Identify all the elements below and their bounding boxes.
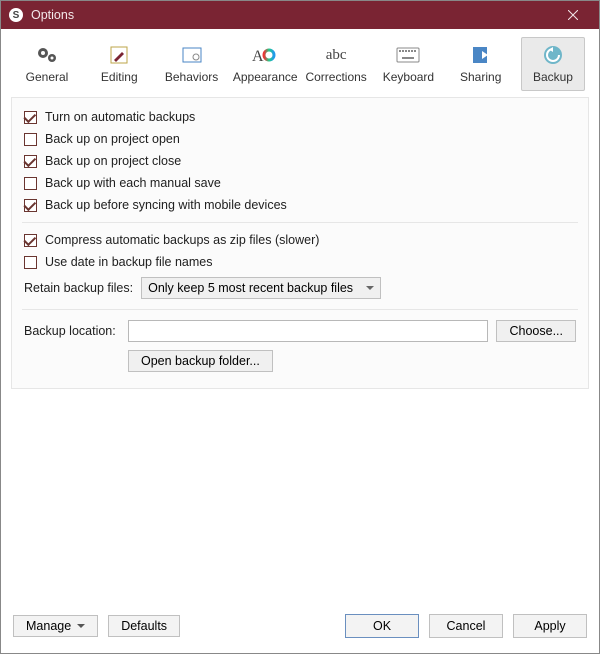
edit-icon [88, 42, 150, 68]
opt-backup-on-close[interactable]: Back up on project close [22, 150, 578, 172]
backup-icon [522, 42, 584, 68]
location-row: Backup location: Choose... [22, 316, 578, 346]
opt-label: Back up on project open [45, 132, 180, 146]
titlebar: S Options [1, 1, 599, 29]
close-button[interactable] [553, 1, 593, 29]
opt-backup-before-sync[interactable]: Back up before syncing with mobile devic… [22, 194, 578, 216]
opt-label: Turn on automatic backups [45, 110, 195, 124]
sharing-icon [450, 42, 512, 68]
opt-label: Use date in backup file names [45, 255, 212, 269]
tab-behaviors[interactable]: Behaviors [160, 37, 224, 91]
corrections-icon: abc [305, 42, 367, 68]
open-backup-folder-button[interactable]: Open backup folder... [128, 350, 273, 372]
manage-label: Manage [26, 619, 71, 633]
open-folder-row: Open backup folder... [22, 346, 578, 376]
retain-row: Retain backup files: Only keep 5 most re… [22, 273, 578, 303]
category-tabs: General Editing Behaviors A Appearance a… [1, 29, 599, 97]
retain-label: Retain backup files: [24, 281, 133, 295]
app-icon: S [9, 8, 23, 22]
opt-backup-manual-save[interactable]: Back up with each manual save [22, 172, 578, 194]
checkbox-icon [24, 199, 37, 212]
apply-button[interactable]: Apply [513, 614, 587, 638]
tab-general[interactable]: General [15, 37, 79, 91]
window-gear-icon [161, 42, 223, 68]
checkbox-icon [24, 155, 37, 168]
checkbox-icon [24, 177, 37, 190]
choose-button[interactable]: Choose... [496, 320, 576, 342]
manage-button[interactable]: Manage [13, 615, 98, 637]
tab-label: Backup [522, 70, 584, 84]
tab-label: Appearance [233, 70, 295, 84]
tab-label: Sharing [450, 70, 512, 84]
tab-label: Corrections [305, 70, 367, 84]
tab-label: Editing [88, 70, 150, 84]
defaults-button[interactable]: Defaults [108, 615, 180, 637]
tab-sharing[interactable]: Sharing [449, 37, 513, 91]
opt-backup-on-open[interactable]: Back up on project open [22, 128, 578, 150]
opt-auto-backups[interactable]: Turn on automatic backups [22, 106, 578, 128]
divider [22, 222, 578, 223]
checkbox-icon [24, 133, 37, 146]
opt-label: Back up before syncing with mobile devic… [45, 198, 287, 212]
opt-compress-zip[interactable]: Compress automatic backups as zip files … [22, 229, 578, 251]
tab-appearance[interactable]: A Appearance [232, 37, 296, 91]
opt-use-date-in-name[interactable]: Use date in backup file names [22, 251, 578, 273]
tab-corrections[interactable]: abc Corrections [304, 37, 368, 91]
location-label: Backup location: [24, 324, 120, 338]
tab-label: Keyboard [377, 70, 439, 84]
opt-label: Back up with each manual save [45, 176, 221, 190]
location-input[interactable] [128, 320, 488, 342]
tab-keyboard[interactable]: Keyboard [376, 37, 440, 91]
tab-backup[interactable]: Backup [521, 37, 585, 91]
gears-icon [16, 42, 78, 68]
checkbox-icon [24, 234, 37, 247]
opt-label: Back up on project close [45, 154, 181, 168]
divider [22, 309, 578, 310]
checkbox-icon [24, 256, 37, 269]
backup-pane: Turn on automatic backups Back up on pro… [11, 97, 589, 389]
keyboard-icon [377, 42, 439, 68]
cancel-button[interactable]: Cancel [429, 614, 503, 638]
opt-label: Compress automatic backups as zip files … [45, 233, 319, 247]
checkbox-icon [24, 111, 37, 124]
tab-label: General [16, 70, 78, 84]
svg-text:A: A [252, 48, 264, 65]
dialog-footer: Manage Defaults OK Cancel Apply [1, 609, 599, 653]
tab-label: Behaviors [161, 70, 223, 84]
ok-button[interactable]: OK [345, 614, 419, 638]
retain-select[interactable]: Only keep 5 most recent backup files [141, 277, 381, 299]
window-title: Options [31, 8, 553, 22]
tab-editing[interactable]: Editing [87, 37, 151, 91]
close-icon [568, 10, 578, 20]
appearance-icon: A [233, 42, 295, 68]
